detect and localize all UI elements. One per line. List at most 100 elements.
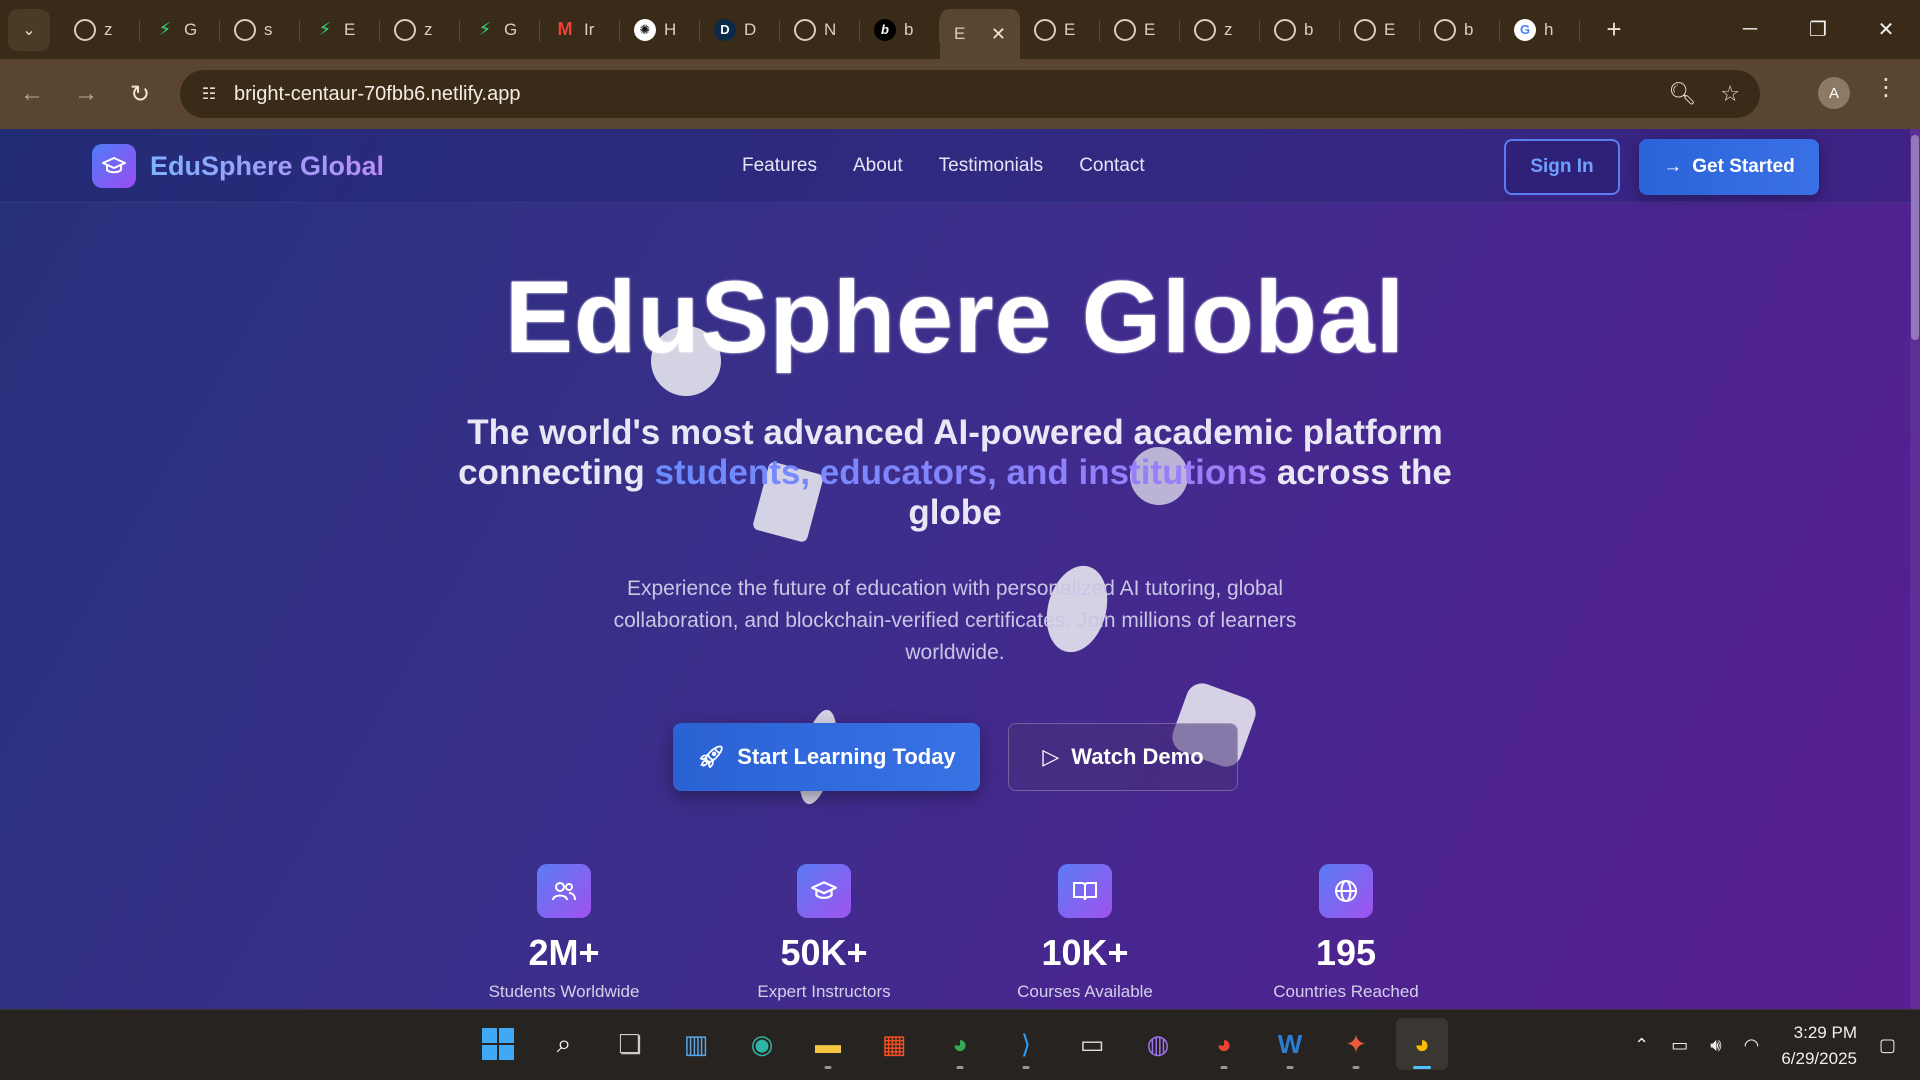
search-button[interactable]: ⌕ (538, 1018, 590, 1070)
stat-students: 2M+ Students Worldwide (434, 864, 694, 1002)
browser-tab[interactable]: ⚡︎ G (460, 8, 540, 52)
tab-list: z ⚡︎ Gs ⚡︎ Ez ⚡︎ G M Ir ✺ H D D Nb b E ✕ E Ez b Eb Gh (60, 0, 1580, 59)
tool-icon: ✦ (1345, 1028, 1367, 1059)
brand[interactable]: EduSphere Global (92, 144, 384, 188)
widgets-button[interactable]: ▥ (670, 1018, 722, 1070)
tab-title: z (1224, 19, 1233, 39)
chrome-icon: ◕ (1216, 1028, 1232, 1059)
chevron-up-icon[interactable]: ⌃ (1634, 1035, 1649, 1056)
browser-tab[interactable]: s (220, 8, 300, 52)
page-viewport: EduSphere Global Features About Testimon… (0, 129, 1920, 1009)
chrome-app-2[interactable]: ◕ (1198, 1018, 1250, 1070)
notification-icon[interactable]: ▢ (1879, 1035, 1896, 1056)
browser-tab[interactable]: E (1020, 8, 1100, 52)
back-button[interactable]: ← (10, 72, 54, 116)
stat-label: Countries Reached (1273, 982, 1419, 1001)
browser-tab[interactable]: Gh (1500, 8, 1580, 52)
new-tab-button[interactable]: + (1594, 10, 1634, 50)
get-started-button[interactable]: → Get Started (1639, 139, 1819, 195)
stat-label: Students Worldwide (488, 982, 640, 1001)
browser-tab[interactable]: ⚡︎ G (140, 8, 220, 52)
browser-tab[interactable]: N (780, 8, 860, 52)
stat-label: Courses Available (1017, 982, 1153, 1001)
clock[interactable]: 3:29 PM 6/29/2025 (1781, 1020, 1857, 1072)
wifi-icon[interactable]: ◠ (1744, 1035, 1760, 1056)
forward-button[interactable]: → (64, 72, 108, 116)
terminal-app[interactable]: ▭ (1066, 1018, 1118, 1070)
tool-app[interactable]: ✦ (1330, 1018, 1382, 1070)
browser-tab[interactable]: E (1340, 8, 1420, 52)
play-icon: ▷ (1042, 744, 1060, 769)
browser-toolbar: ← → ↻ ☷ bright-centaur-70fbb6.netlify.ap… (0, 59, 1920, 129)
windows-start-button[interactable] (472, 1018, 524, 1070)
tab-search-button[interactable]: ⌄ (8, 8, 50, 51)
watch-demo-button[interactable]: ▷ Watch Demo (1008, 723, 1238, 791)
start-learning-button[interactable]: 🚀︎ Start Learning Today (673, 723, 980, 791)
tab-title: N (824, 19, 837, 39)
scrollbar-thumb[interactable] (1911, 135, 1919, 340)
browser-tab[interactable]: z (380, 8, 460, 52)
browser-tab[interactable]: M Ir (540, 8, 620, 52)
bolt-icon: ⚡︎ (158, 19, 172, 39)
arrow-left-icon: ← (20, 80, 44, 107)
b-icon: b (874, 18, 896, 41)
plus-icon: + (1606, 14, 1622, 44)
tab-title: z (104, 19, 113, 39)
browser-tab[interactable]: E (1100, 8, 1180, 52)
address-bar[interactable]: ☷ bright-centaur-70fbb6.netlify.app 🔍︎ ☆ (180, 70, 1760, 118)
arrow-right-icon: → (1663, 156, 1683, 177)
browser-tab[interactable]: DD (700, 8, 780, 52)
globe-icon (1114, 18, 1136, 41)
browser-tab[interactable]: ✺ H (620, 8, 700, 52)
stat-instructors: 50K+ Expert Instructors (694, 864, 954, 1002)
edge-app[interactable]: ◉ (736, 1018, 788, 1070)
brand-name: EduSphere Global (150, 150, 385, 181)
browser-tab[interactable]: b (1260, 8, 1340, 52)
word-app[interactable]: W (1264, 1018, 1316, 1070)
globe-icon (1194, 18, 1216, 41)
stat-label: Expert Instructors (757, 982, 891, 1001)
rocket-icon: 🚀︎ (697, 744, 726, 769)
github-app[interactable]: ◍ (1132, 1018, 1184, 1070)
zoom-icon[interactable]: 🔍︎ (1668, 81, 1696, 107)
vscode-app[interactable]: ⟩ (1000, 1018, 1052, 1070)
reload-icon: ↻ (129, 80, 151, 108)
close-window-button[interactable]: ✕ (1852, 0, 1920, 59)
browser-tab[interactable]: z (60, 8, 140, 52)
browser-tab[interactable]: z (1180, 8, 1260, 52)
book-icon (1058, 864, 1112, 918)
file-explorer-app[interactable]: ▬ (802, 1018, 854, 1070)
reload-button[interactable]: ↻ (118, 72, 162, 116)
search-icon: ⌕ (556, 1028, 572, 1058)
page-scrollbar[interactable] (1910, 129, 1920, 1009)
volume-icon[interactable]: 🔊︎ (1710, 1035, 1721, 1056)
tab-title: Ir (584, 19, 595, 39)
browser-tab[interactable]: bb (860, 8, 940, 52)
nav-link-contact[interactable]: Contact (1079, 155, 1144, 177)
restore-button[interactable]: ❐ (1784, 0, 1852, 59)
browser-menu-icon[interactable]: ⋮ (1874, 73, 1898, 102)
browser-tab[interactable]: b (1420, 8, 1500, 52)
start-learning-label: Start Learning Today (737, 744, 956, 769)
browser-tab[interactable]: E ✕ (940, 9, 1020, 59)
battery-icon[interactable]: ▭ (1671, 1035, 1688, 1056)
site-info-icon[interactable]: ☷ (194, 79, 224, 109)
tab-title: E (1064, 19, 1076, 39)
globe-icon (1034, 18, 1056, 41)
openai-icon: ✺ (634, 18, 656, 41)
browser-tab[interactable]: ⚡︎ E (300, 8, 380, 52)
chrome-app-active[interactable]: ◕ (1396, 1018, 1448, 1070)
store-app[interactable]: ▦ (868, 1018, 920, 1070)
task-view-button[interactable]: ❏ (604, 1018, 656, 1070)
hero-title: EduSphere Global (504, 260, 1406, 374)
chrome-profile-app[interactable]: ◕ (934, 1018, 986, 1070)
minimize-button[interactable]: ─ (1716, 0, 1784, 59)
system-tray: ⌃ ▭ 🔊︎ ◠ 3:29 PM 6/29/2025 ▢ (1634, 1010, 1920, 1080)
close-tab-icon[interactable]: ✕ (991, 24, 1006, 45)
profile-avatar[interactable]: A (1818, 77, 1850, 109)
sign-in-button[interactable]: Sign In (1504, 139, 1620, 195)
nav-link-features[interactable]: Features (742, 155, 817, 177)
bookmark-star-icon[interactable]: ☆ (1720, 81, 1740, 107)
nav-link-testimonials[interactable]: Testimonials (939, 155, 1044, 177)
nav-link-about[interactable]: About (853, 155, 903, 177)
